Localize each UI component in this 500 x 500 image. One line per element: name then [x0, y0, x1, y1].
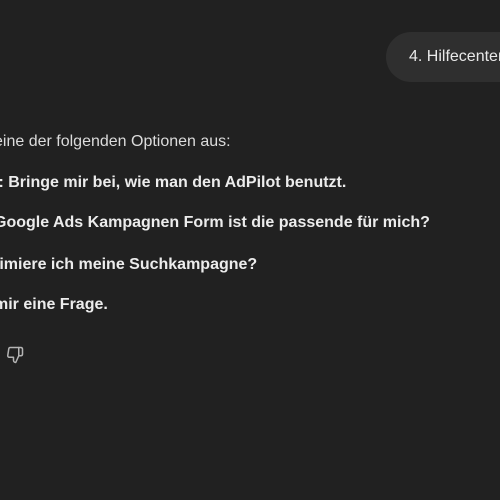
dislike-button[interactable] [4, 344, 26, 366]
option-item: l: Bringe mir bei, wie man den AdPilot b… [0, 174, 347, 191]
option-item: mir eine Frage. [0, 296, 108, 313]
chat-page: 4. Hilfecenter eine der folgenden Option… [0, 0, 500, 500]
user-message-bubble: 4. Hilfecenter [386, 32, 500, 82]
thumbs-down-icon [7, 346, 24, 364]
message-actions [4, 344, 26, 366]
option-item: Google Ads Kampagnen Form ist die passen… [0, 214, 430, 231]
option-item: timiere ich meine Suchkampagne? [0, 256, 258, 273]
assistant-intro-text: eine der folgenden Optionen aus: [0, 133, 231, 150]
user-message-text: 4. Hilfecenter [409, 48, 500, 65]
